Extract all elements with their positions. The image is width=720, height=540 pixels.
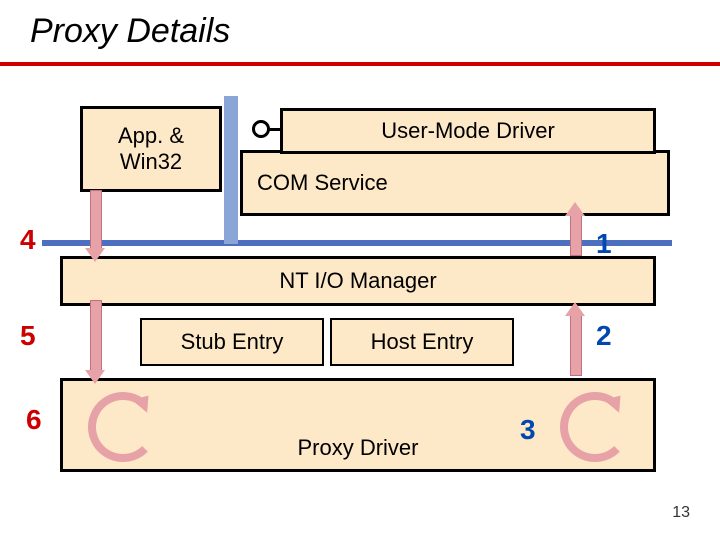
interface-lollipop-ball (252, 120, 270, 138)
box-stub-entry: Stub Entry (140, 318, 324, 366)
arrow-4-shaft (90, 190, 102, 252)
page-number: 13 (672, 504, 690, 522)
label-3: 3 (520, 414, 536, 446)
box-nt-io-manager: NT I/O Manager (60, 256, 656, 306)
cycle-arrow-3 (560, 392, 630, 462)
label-6: 6 (26, 404, 42, 436)
cycle-arrow-6 (88, 392, 158, 462)
arrow-5-shaft (90, 300, 102, 374)
box-app-win32: App. & Win32 (80, 106, 222, 192)
arrow-5-head (85, 370, 105, 384)
box-user-mode-driver: User-Mode Driver (280, 108, 656, 154)
label-2: 2 (596, 320, 612, 352)
box-host-entry: Host Entry (330, 318, 514, 366)
label-1: 1 (596, 228, 612, 260)
title-underline (0, 62, 720, 66)
arrow-1-head (565, 202, 585, 216)
label-4: 4 (20, 224, 36, 256)
ipc-bar (224, 96, 238, 244)
arrow-2-shaft (570, 314, 582, 376)
label-5: 5 (20, 320, 36, 352)
box-com-service: COM Service (240, 150, 670, 216)
arrow-1-shaft (570, 214, 582, 256)
arrow-4-head (85, 248, 105, 262)
arrow-2-head (565, 302, 585, 316)
slide-title: Proxy Details (30, 12, 230, 51)
